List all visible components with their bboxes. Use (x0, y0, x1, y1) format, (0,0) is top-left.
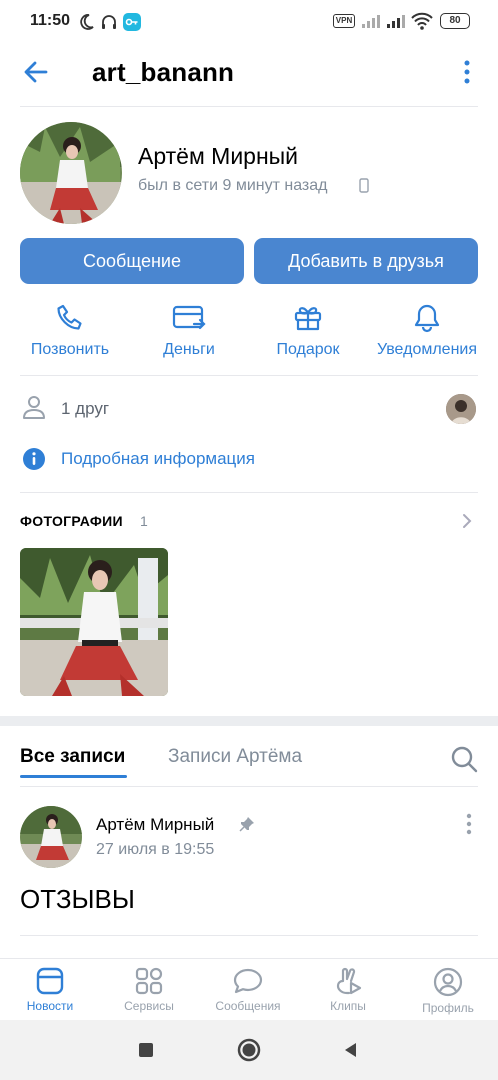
post-more-icon[interactable] (462, 812, 476, 836)
tab-messages[interactable]: Сообщения (198, 967, 298, 1013)
chevron-right-icon (463, 514, 472, 528)
page-title: art_banann (92, 57, 235, 87)
tab-messages-label: Сообщения (215, 999, 281, 1013)
signal-icon (362, 15, 380, 28)
section-separator (0, 716, 498, 726)
tab-clips[interactable]: Клипы (298, 967, 398, 1013)
divider (20, 375, 478, 376)
status-bar: 11:50 VPN 80 (0, 0, 498, 44)
call-label: Позвонить (30, 341, 110, 358)
bell-icon (414, 304, 440, 333)
battery-indicator: 80 (440, 13, 470, 29)
friend-avatar (446, 394, 476, 424)
profile-icon (433, 967, 463, 997)
key-app-icon (123, 13, 141, 31)
mobile-icon (359, 178, 369, 193)
post-date: 27 июля в 19:55 (96, 841, 215, 858)
signal-icon (387, 15, 405, 28)
profile-name: Артём Мирный (138, 143, 299, 169)
money-action[interactable]: Деньги (133, 303, 245, 359)
divider (20, 935, 478, 936)
header: art_banann (0, 44, 498, 104)
gift-icon (294, 307, 322, 331)
tab-profile[interactable]: Профиль (398, 967, 498, 1015)
notifications-action[interactable]: Уведомления (371, 303, 483, 359)
divider (20, 492, 478, 493)
notifications-label: Уведомления (376, 341, 478, 358)
pin-icon (239, 817, 254, 832)
moon-icon (80, 14, 94, 30)
photo-thumbnail[interactable] (20, 548, 168, 696)
last-seen-status: был в сети 9 минут назад (138, 177, 328, 194)
vpn-badge: VPN (333, 14, 355, 28)
details-row[interactable]: Подробная информация (20, 444, 320, 474)
info-icon (23, 448, 45, 470)
message-button[interactable]: Сообщение (20, 238, 244, 284)
post-author-name[interactable]: Артём Мирный (96, 815, 214, 835)
call-action[interactable]: Позвонить (14, 303, 126, 359)
back-arrow-icon[interactable] (22, 58, 50, 86)
headphones-icon (102, 15, 116, 29)
news-icon (36, 967, 64, 995)
photos-title: ФОТОГРАФИИ (20, 513, 123, 529)
system-navigation-bar (0, 1020, 498, 1080)
friends-row[interactable]: 1 друг (20, 392, 478, 426)
money-card-icon (172, 305, 206, 330)
profile-avatar[interactable] (20, 122, 122, 224)
tab-own-posts[interactable]: Записи Артёма (168, 746, 302, 768)
more-menu-icon[interactable] (460, 58, 474, 86)
gift-action[interactable]: Подарок (252, 303, 364, 359)
details-link: Подробная информация (61, 449, 255, 468)
tab-news[interactable]: Новости (0, 967, 100, 1013)
photos-header[interactable]: ФОТОГРАФИИ 1 (20, 510, 478, 534)
tab-services[interactable]: Сервисы (99, 967, 199, 1013)
back-button[interactable] (342, 1041, 358, 1059)
home-button[interactable] (237, 1038, 261, 1062)
recent-apps-button[interactable] (139, 1043, 153, 1057)
search-icon[interactable] (450, 745, 478, 773)
photos-count: 1 (140, 513, 148, 529)
tab-profile-label: Профиль (422, 1001, 474, 1015)
post-author-avatar[interactable] (20, 806, 82, 868)
divider (20, 106, 478, 107)
status-time: 11:50 (30, 12, 71, 29)
wifi-icon (411, 12, 433, 30)
clips-icon (336, 967, 362, 995)
messages-icon (233, 968, 263, 994)
tab-news-label: Новости (26, 999, 74, 1013)
add-friend-button[interactable]: Добавить в друзья (254, 238, 478, 284)
phone-icon (57, 304, 82, 330)
bottom-tab-bar: Новости Сервисы Сообщения Клипы Профиль (0, 958, 498, 1020)
tab-all-posts[interactable]: Все записи (20, 746, 125, 768)
tab-clips-label: Клипы (330, 999, 366, 1013)
divider (20, 786, 478, 787)
friends-count: 1 друг (61, 399, 110, 418)
person-icon (23, 396, 45, 419)
post-text: ОТЗЫВЫ (20, 884, 135, 914)
tab-services-label: Сервисы (124, 999, 174, 1013)
money-label: Деньги (163, 341, 215, 358)
services-icon (135, 967, 163, 995)
active-tab-indicator (20, 775, 127, 778)
gift-label: Подарок (276, 341, 340, 358)
